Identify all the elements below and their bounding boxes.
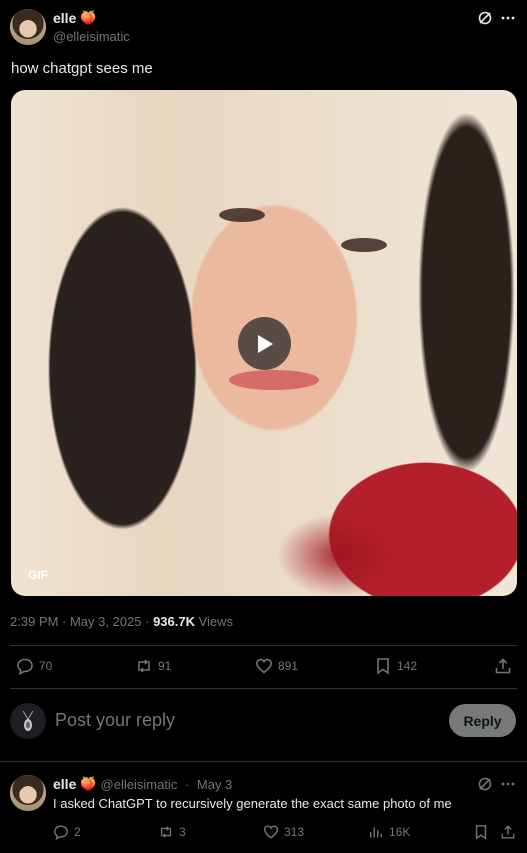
views-count: 936.7K — [153, 614, 195, 629]
timestamp[interactable]: 2:39 PM · May 3, 2025 · — [10, 614, 153, 629]
repost-count: 91 — [158, 659, 172, 673]
photo-detail — [219, 208, 265, 222]
like-count: 891 — [278, 659, 299, 673]
reply-share-action[interactable] — [500, 824, 516, 840]
reply-reply-count: 2 — [74, 825, 81, 839]
reply-header: elle 🍑 @elleisimatic · May 3 — [53, 776, 232, 792]
bookmark-icon — [377, 658, 389, 675]
reply-author-emoji: 🍑 — [80, 776, 97, 791]
photo-detail — [341, 238, 387, 252]
bookmark-action[interactable]: 142 — [374, 657, 417, 675]
grok-icon[interactable] — [476, 9, 494, 27]
author-avatar[interactable] — [10, 9, 46, 45]
like-icon — [255, 658, 273, 674]
play-icon — [257, 334, 273, 353]
bookmark-icon — [475, 825, 487, 840]
reply-icon — [54, 825, 68, 840]
author-emoji: 🍑 — [80, 10, 97, 25]
reply-author-handle[interactable]: @elleisimatic — [101, 777, 178, 792]
like-action[interactable]: 891 — [255, 657, 298, 675]
repost-icon — [138, 659, 150, 673]
divider — [10, 688, 517, 689]
reply-date[interactable]: May 3 — [197, 777, 232, 792]
reply-views-count: 16K — [389, 825, 411, 839]
reply-reply-action[interactable]: 2 — [53, 824, 81, 840]
share-icon — [501, 825, 515, 839]
photo-detail — [229, 370, 319, 390]
share-action[interactable] — [494, 657, 512, 675]
bookmark-count: 142 — [397, 659, 418, 673]
views-label: Views — [195, 614, 234, 629]
reply-views-action[interactable]: 16K — [368, 824, 410, 840]
reply-button[interactable]: Reply — [449, 704, 516, 737]
reply-author-avatar[interactable] — [10, 775, 46, 811]
reply-repost-count: 3 — [179, 825, 186, 839]
gif-badge: GIF — [28, 568, 48, 582]
views-icon — [369, 827, 383, 838]
reply-text: I asked ChatGPT to recursively generate … — [53, 796, 452, 811]
post-meta: 2:39 PM · May 3, 2025 · 936.7K Views — [10, 614, 233, 629]
reply-separator: · — [181, 776, 193, 792]
grok-icon[interactable] — [476, 775, 494, 793]
repost-icon — [160, 826, 172, 838]
reply-count: 70 — [39, 659, 53, 673]
share-icon — [495, 658, 511, 674]
author-name-row[interactable]: elle 🍑 — [53, 10, 97, 26]
author-name[interactable]: elle — [53, 10, 76, 26]
author-handle[interactable]: @elleisimatic — [53, 29, 130, 44]
reply-icon — [17, 658, 33, 675]
divider — [10, 645, 517, 646]
repost-action[interactable]: 91 — [135, 657, 171, 675]
more-icon[interactable] — [499, 9, 517, 27]
reply-author-name[interactable]: elle — [53, 776, 76, 792]
reply-like-action[interactable]: 313 — [263, 824, 304, 840]
post-text: how chatgpt sees me — [11, 60, 153, 77]
reply-bookmark-action[interactable] — [473, 824, 489, 840]
reply-like-count: 313 — [284, 825, 305, 839]
reply-action[interactable]: 70 — [16, 657, 52, 675]
my-avatar[interactable] — [10, 703, 46, 739]
reply-input[interactable]: Post your reply — [55, 710, 175, 731]
more-icon[interactable] — [499, 775, 517, 793]
reply-repost-action[interactable]: 3 — [158, 824, 186, 840]
like-icon — [263, 825, 279, 839]
play-button[interactable] — [238, 317, 291, 370]
divider — [0, 761, 527, 762]
